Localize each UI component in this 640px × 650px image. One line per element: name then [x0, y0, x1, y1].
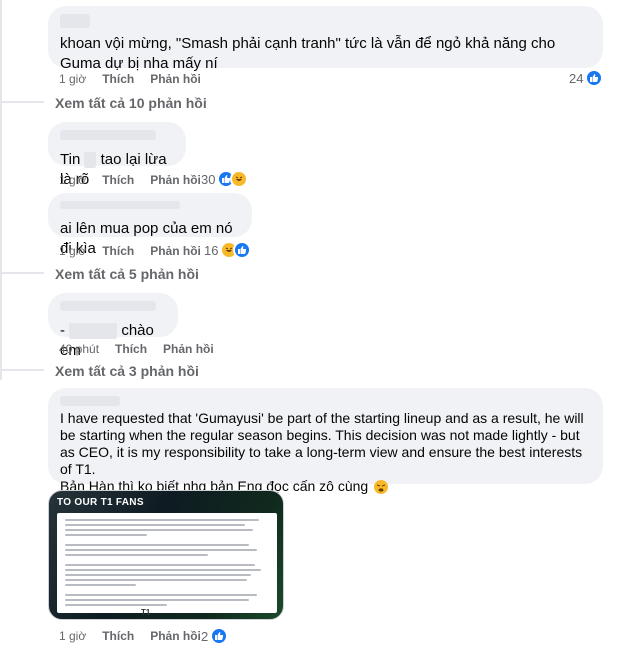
comment-actions: 1 giờ Thích Phản hồi — [59, 173, 217, 187]
comment-actions: 1 giờ Thích Phản hồi — [59, 72, 217, 86]
like-button[interactable]: Thích — [102, 72, 134, 86]
comment-actions: 1 giờ Thích Phản hồi — [59, 244, 217, 258]
reaction-count: 2 — [201, 628, 209, 644]
t1-logo: T1 — [141, 608, 151, 617]
comment-bubble: I have requested that 'Gumayusi' be part… — [48, 388, 603, 495]
mention-redacted — [84, 152, 97, 169]
reaction-summary[interactable]: 2 — [201, 627, 229, 645]
reaction-summary[interactable]: 30 — [201, 170, 249, 188]
view-more-replies[interactable]: Xem tất cả 5 phản hồi — [55, 266, 199, 282]
view-more-replies[interactable]: Xem tất cả 10 phản hồi — [55, 95, 207, 111]
comment-text: I have requested that 'Gumayusi' be part… — [60, 410, 584, 477]
like-button[interactable]: Thích — [115, 342, 147, 356]
reply-button[interactable]: Phản hồi — [150, 629, 201, 643]
comment-time[interactable]: 1 giờ — [59, 72, 86, 86]
comment-bubble: Tin tao lại lừa là rõ — [48, 122, 186, 188]
reply-button[interactable]: Phản hồi — [150, 72, 201, 86]
reaction-count: 30 — [201, 171, 216, 187]
comment-time[interactable]: 1 giờ — [59, 173, 86, 187]
reaction-summary[interactable]: 24 — [569, 69, 604, 87]
comment-time[interactable]: 1 giờ — [59, 244, 86, 258]
thread-branch — [0, 369, 44, 371]
comment-text-part: Tin — [60, 151, 81, 168]
like-button[interactable]: Thích — [102, 173, 134, 187]
comment-time[interactable]: 40 phút — [59, 342, 99, 356]
comment-text: khoan vội mừng, "Smash phải cạnh tranh" … — [60, 35, 556, 72]
letter-document — [57, 513, 277, 613]
like-reaction-icon — [210, 627, 229, 645]
comment-image-attachment[interactable]: TO OUR T1 FANS T1 — [48, 490, 284, 620]
author-name-redacted[interactable] — [60, 14, 90, 28]
comment-actions: 40 phút Thích Phản hồi — [59, 342, 230, 356]
thread-line — [0, 0, 2, 380]
like-button[interactable]: Thích — [102, 629, 134, 643]
comment-text-part: - — [60, 322, 65, 339]
thread-branch — [0, 272, 44, 274]
like-reaction-icon — [233, 241, 252, 259]
comment-bubble: - chào em — [48, 293, 178, 359]
like-button[interactable]: Thích — [102, 244, 134, 258]
author-name-redacted[interactable] — [60, 201, 180, 209]
like-reaction-icon — [585, 69, 604, 87]
mention-redacted — [69, 323, 118, 340]
comment-bubble: ai lên mua pop của em nó đi kìa — [48, 193, 252, 257]
author-name-redacted[interactable] — [60, 396, 120, 406]
author-name-redacted[interactable] — [60, 130, 156, 140]
comment-bubble: khoan vội mừng, "Smash phải cạnh tranh" … — [48, 6, 603, 72]
view-more-replies[interactable]: Xem tất cả 3 phản hồi — [55, 363, 199, 379]
comment-actions: 1 giờ Thích Phản hồi — [59, 629, 217, 643]
comment-time[interactable]: 1 giờ — [59, 629, 86, 643]
reaction-count: 24 — [569, 70, 584, 86]
reply-button[interactable]: Phản hồi — [150, 173, 201, 187]
reaction-count: 16 — [204, 242, 219, 258]
author-name-redacted[interactable] — [60, 301, 156, 311]
reaction-summary[interactable]: 16 — [204, 241, 252, 259]
thread-branch — [0, 101, 44, 103]
haha-reaction-icon — [230, 170, 249, 188]
reply-button[interactable]: Phản hồi — [150, 244, 201, 258]
weary-emoji-icon — [374, 480, 389, 495]
reply-button[interactable]: Phản hồi — [163, 342, 214, 356]
attachment-title: TO OUR T1 FANS — [57, 497, 144, 508]
